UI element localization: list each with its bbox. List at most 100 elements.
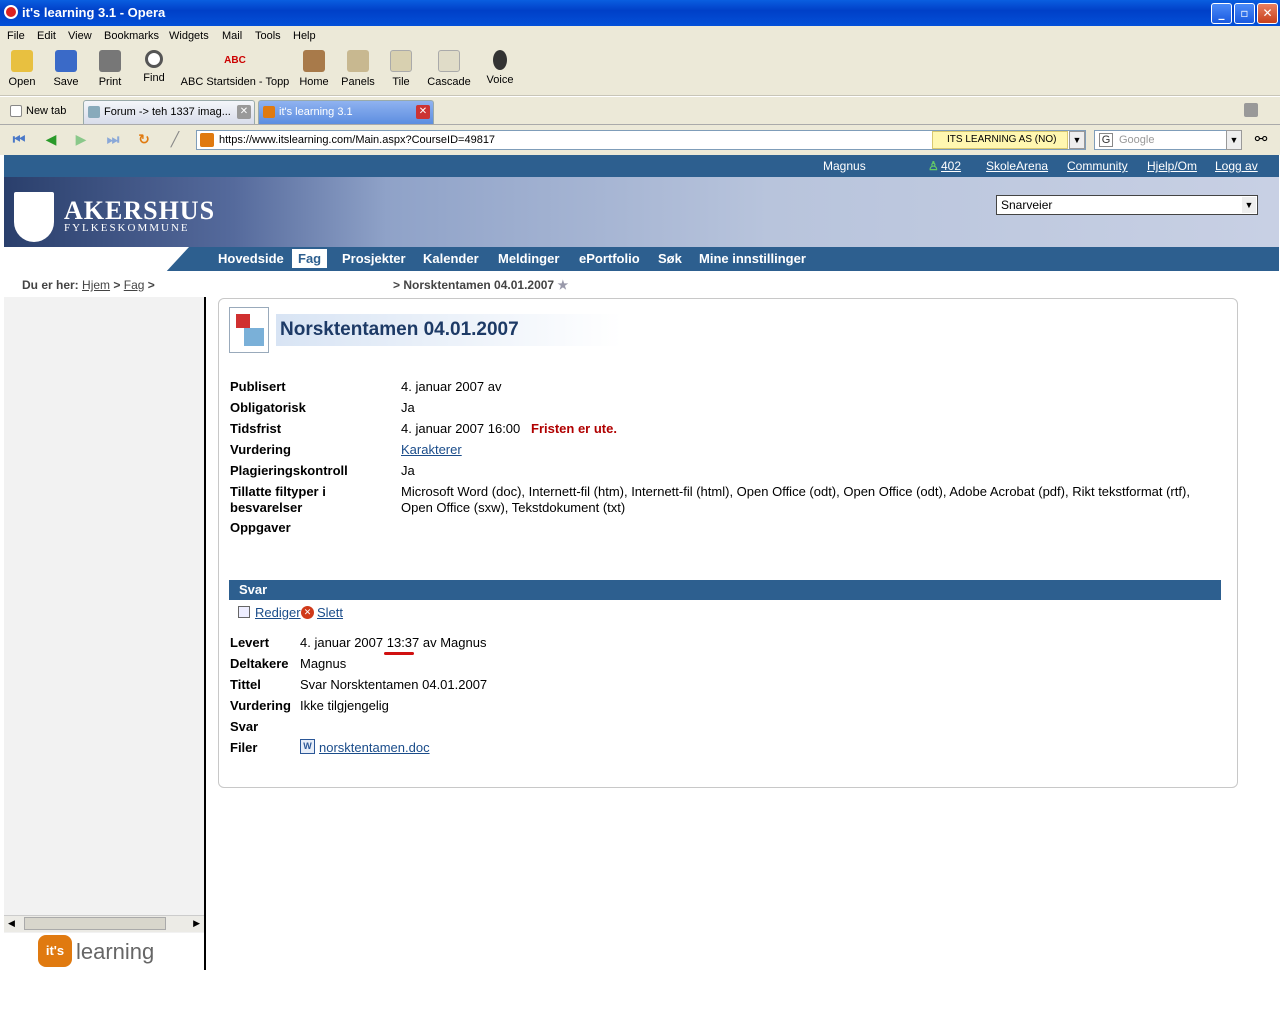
scroll-right-icon[interactable]: ▶ [193, 918, 200, 929]
user-name: Magnus [823, 159, 866, 173]
slett-link[interactable]: Slett [317, 605, 343, 620]
folder-icon [11, 50, 33, 72]
rewind-icon[interactable]: ⏮ [10, 131, 28, 149]
label-filer: Filer [230, 740, 258, 755]
label-filtyper: Tillatte filtyper i besvarelser [230, 484, 326, 515]
menu-tools[interactable]: Tools [255, 30, 281, 42]
scroll-left-icon[interactable]: ◀ [8, 918, 15, 929]
edit-icon[interactable]: ╱ [166, 131, 184, 149]
its-learning-icon [263, 106, 275, 118]
tab-its-learning[interactable]: it's learning 3.1 ✕ [258, 100, 434, 124]
document-icon [229, 307, 269, 353]
open-button[interactable]: Open [6, 50, 38, 88]
close-tab-icon[interactable]: ✕ [416, 105, 430, 119]
star-icon[interactable]: ★ [557, 278, 568, 292]
nav-sok[interactable]: Søk [658, 251, 682, 266]
value-tidsfrist: 4. januar 2007 16:00 [401, 421, 521, 436]
abc-icon: ABC [224, 55, 246, 66]
menu-bookmarks[interactable]: Bookmarks [104, 30, 159, 42]
nav-mine-innstillinger[interactable]: Mine innstillinger [699, 251, 806, 266]
value-levert: 4. januar 2007 13:37 av Magnus [300, 635, 487, 650]
file-link[interactable]: norsktentamen.doc [319, 740, 430, 755]
label-oppgaver: Oppgaver [230, 520, 291, 535]
close-tab-icon[interactable]: ✕ [237, 105, 251, 119]
nav-kalender[interactable]: Kalender [423, 251, 479, 266]
toolbar: Open Save Print Find ABC ABC Startsiden -… [0, 46, 1280, 96]
tab-bar: New tab Forum -> teh 1337 imag... ✕ it's … [0, 97, 1280, 125]
nav-prosjekter[interactable]: Prosjekter [342, 251, 406, 266]
value-obligatorisk: Ja [401, 400, 415, 415]
menu-edit[interactable]: Edit [37, 30, 56, 42]
fast-forward-icon[interactable]: ⏭ [104, 131, 122, 149]
glasses-icon[interactable]: ⚯ [1252, 130, 1270, 148]
breadcrumb-fag[interactable]: Fag [124, 278, 145, 292]
home-icon [303, 50, 325, 72]
tab-forum[interactable]: Forum -> teh 1337 imag... ✕ [83, 100, 255, 124]
search-input[interactable]: G Google ▼ [1094, 130, 1242, 150]
reload-icon[interactable]: ↻ [135, 131, 153, 149]
underline-mark [384, 652, 414, 655]
panels-button[interactable]: Panels [341, 50, 375, 88]
count-link[interactable]: 402 [941, 159, 961, 173]
logo-learning: learning [76, 939, 155, 964]
find-button[interactable]: Find [138, 50, 170, 84]
deadline-passed-note: Fristen er ute. [531, 421, 617, 436]
print-button[interactable]: Print [94, 50, 126, 88]
label-obligatorisk: Obligatorisk [230, 400, 306, 415]
back-icon[interactable]: ◀ [42, 131, 60, 149]
logg-av-link[interactable]: Logg av [1215, 159, 1258, 173]
nav-fag[interactable]: Fag [292, 249, 328, 268]
cascade-button[interactable]: Cascade [427, 50, 471, 88]
menu-widgets[interactable]: Widgets [169, 30, 209, 42]
page-icon [10, 105, 22, 117]
rediger-link[interactable]: Rediger [255, 605, 301, 620]
page-title: Norsktentamen 04.01.2007 [280, 319, 519, 340]
nav-hovedside[interactable]: Hovedside [218, 251, 284, 266]
trash-icon[interactable] [1244, 103, 1258, 117]
tab-new[interactable]: New tab [6, 100, 78, 124]
forward-icon[interactable]: ▶ [72, 131, 90, 149]
window-title: it's learning 3.1 - Opera [22, 5, 166, 20]
google-icon: G [1099, 133, 1113, 147]
menu-file[interactable]: File [7, 30, 25, 42]
label-vurdering: Vurdering [230, 442, 291, 457]
save-button[interactable]: Save [50, 50, 82, 88]
home-button[interactable]: Home [297, 50, 331, 88]
chevron-down-icon[interactable]: ▼ [1069, 131, 1085, 149]
value-deltakere: Magnus [300, 656, 347, 671]
chevron-down-icon: ▼ [1242, 197, 1256, 213]
breadcrumb-current: > Norsktentamen 04.01.2007 ★ [393, 278, 569, 292]
delete-icon[interactable]: ✕ [301, 606, 314, 619]
chevron-down-icon[interactable]: ▼ [1226, 130, 1242, 150]
close-button[interactable]: ✕ [1257, 3, 1278, 24]
security-badge[interactable]: ITS LEARNING AS (NO) ▼ [932, 131, 1085, 149]
menu-help[interactable]: Help [293, 30, 316, 42]
svar-header: Svar [229, 580, 1221, 600]
breadcrumb-hjem[interactable]: Hjem [82, 278, 110, 292]
disk-icon [55, 50, 77, 72]
label-publisert: Publisert [230, 379, 286, 394]
menu-view[interactable]: View [68, 30, 92, 42]
scroll-thumb[interactable] [24, 917, 166, 930]
menu-mail[interactable]: Mail [222, 30, 242, 42]
vurdering-link[interactable]: Karakterer [401, 442, 462, 457]
abc-startsiden-button[interactable]: ABC ABC Startsiden - Topp [180, 50, 290, 88]
nav-slant [4, 247, 189, 271]
edit-icon[interactable] [238, 606, 250, 618]
skolearena-link[interactable]: SkoleArena [986, 159, 1048, 173]
shortcuts-select[interactable]: Snarveier ▼ [996, 195, 1258, 215]
nav-meldinger[interactable]: Meldinger [498, 251, 559, 266]
main-nav: Hovedside Fag Prosjekter Kalender Meldin… [4, 247, 1279, 271]
maximize-button[interactable]: ▫ [1234, 3, 1255, 24]
value-plagiering: Ja [401, 463, 415, 478]
minimize-button[interactable]: _ [1211, 3, 1232, 24]
hjelp-link[interactable]: Hjelp/Om [1147, 159, 1197, 173]
nav-eportfolio[interactable]: ePortfolio [579, 251, 640, 266]
value-svar-vurdering: Ikke tilgjengelig [300, 698, 389, 713]
tile-button[interactable]: Tile [386, 50, 416, 88]
site-favicon [200, 133, 214, 147]
community-link[interactable]: Community [1067, 159, 1128, 173]
label-levert: Levert [230, 635, 270, 650]
voice-button[interactable]: Voice [484, 50, 516, 86]
sidebar-scrollbar[interactable]: ◀ ▶ [4, 915, 204, 932]
